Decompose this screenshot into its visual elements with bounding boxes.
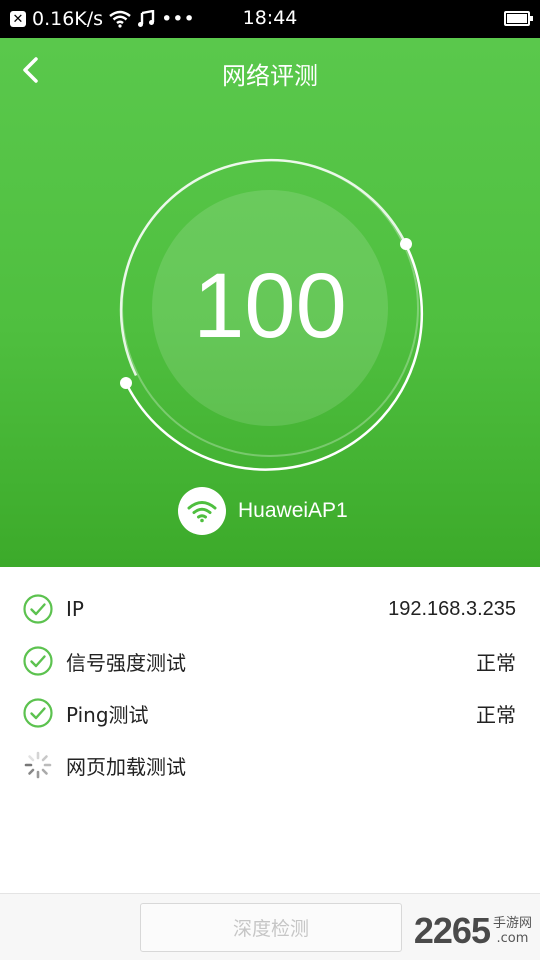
check-circle-icon (23, 646, 53, 676)
watermark-text: 手游网 (492, 916, 532, 931)
result-row-ping: Ping测试 正常 (22, 693, 516, 733)
check-circle-icon (23, 698, 53, 728)
wifi-badge (178, 487, 226, 535)
result-label: 网页加载测试 (66, 754, 186, 779)
status-bar: ✕ 0.16K/s ••• 18:44 (0, 0, 540, 38)
wifi-ssid: HuaweiAP1 (238, 499, 348, 522)
loading-spinner-icon (24, 751, 52, 779)
score-value: 100 (193, 255, 347, 357)
deep-test-button[interactable]: 深度检测 (140, 903, 402, 952)
result-label: IP (66, 597, 84, 621)
battery-icon (504, 11, 533, 26)
score-panel: 网络评测 100 HuaweiAP1 (0, 38, 540, 567)
page-title: 网络评测 (222, 62, 318, 90)
wifi-network: HuaweiAP1 (178, 487, 348, 535)
wifi-icon (187, 501, 217, 523)
clock: 18:44 (242, 7, 298, 29)
result-row-signal: 信号强度测试 正常 (22, 641, 516, 681)
watermark-number: 2265 (413, 910, 491, 951)
check-circle-icon (23, 594, 53, 624)
gauge-dot-right (400, 238, 412, 250)
watermark-text-block: 手游网 .com (493, 916, 532, 946)
bottom-bar: 深度检测 2265 手游网 .com (0, 893, 540, 960)
result-label: 信号强度测试 (66, 650, 186, 675)
watermark-logo: 2265 手游网 .com (414, 910, 532, 952)
result-value: 正常 (476, 704, 516, 727)
result-value: 192.168.3.235 (388, 597, 516, 620)
result-row-webpage: 网页加载测试 (22, 745, 516, 785)
watermark-domain: .com (496, 931, 529, 946)
gauge-dot-left (120, 377, 132, 389)
result-value: 正常 (476, 652, 516, 675)
result-label: Ping测试 (66, 702, 149, 727)
result-row-ip: IP 192.168.3.235 (22, 589, 516, 629)
